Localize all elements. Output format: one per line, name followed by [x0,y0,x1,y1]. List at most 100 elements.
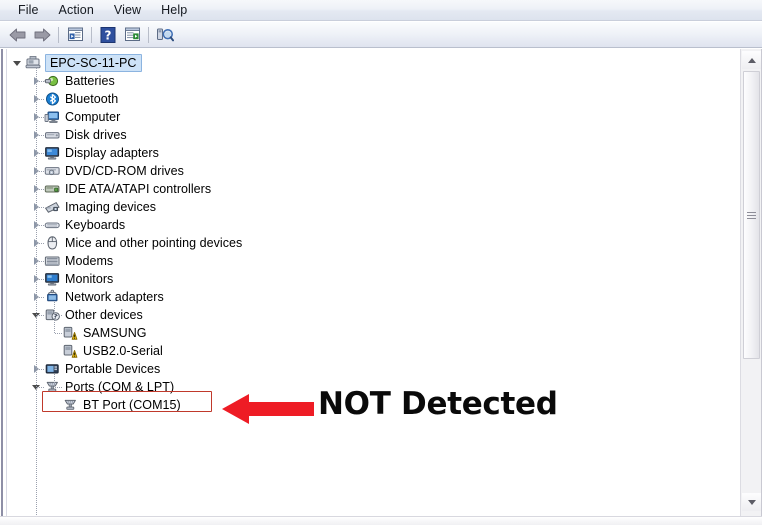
scroll-down-arrow-icon [747,499,756,505]
menu-bar: File Action View Help [0,0,762,21]
toolbar-separator-3 [148,26,149,43]
scan-hardware-changes-icon [157,28,174,41]
scan-hardware-changes-button[interactable] [153,24,177,46]
back-button[interactable] [6,24,30,46]
tree-label: Display adapters [65,146,159,160]
not-detected-caption: NOT Detected [318,386,558,422]
tree-row[interactable]: Keyboards [0,216,125,234]
tree-label: Computer [65,110,121,124]
ide-controller-icon [44,181,61,197]
expand-twisty [48,342,60,360]
imaging-icon [44,199,61,215]
scroll-down-button[interactable] [742,493,761,511]
tree-row[interactable]: Modems [0,252,113,270]
back-arrow-icon [9,28,26,41]
tree-subtrunk-line [54,374,55,388]
tree-label: Keyboards [65,218,126,232]
tree-stub-line [37,153,44,154]
device-manager-window: File Action View Help ? EPC-SC-11-PC Bat… [0,0,762,525]
tree-row[interactable]: DVD/CD-ROM drives [0,162,184,180]
menu-view[interactable]: View [104,1,151,19]
tree-row[interactable]: SAMSUNG [0,324,147,342]
forward-button[interactable] [30,24,54,46]
battery-icon [44,73,61,89]
tree-row[interactable]: Monitors [0,270,113,288]
disk-drive-icon [44,127,61,143]
menu-file[interactable]: File [8,1,49,19]
toolbar: ? [0,22,762,48]
tree-stub-line [37,315,44,316]
scroll-up-button[interactable] [742,51,761,69]
tree-stub-line [37,135,44,136]
show-hidden-devices-button[interactable] [120,24,144,46]
help-button[interactable]: ? [96,24,120,46]
tree-stub-line [37,297,44,298]
tree-stub-line [55,387,62,388]
tree-stub-line [37,117,44,118]
usb-serial-highlight-box [42,391,212,412]
red-left-arrow-icon [222,394,314,424]
network-adapter-icon [44,289,61,305]
dvd-drive-icon [44,163,61,179]
scroll-thumb-grip [747,211,756,219]
properties-icon [67,27,83,41]
tree-stub-line [37,171,44,172]
tree-row[interactable]: IDE ATA/ATAPI controllers [0,180,211,198]
tree-label: Other devices [65,308,143,322]
keyboard-icon [44,217,61,233]
tree-row[interactable]: Imaging devices [0,198,156,216]
tree-row[interactable]: Network adapters [0,288,164,306]
tree-label: Bluetooth [65,92,119,106]
tree-stub-line [55,333,62,334]
warning-device-icon [62,325,79,341]
tree-row[interactable]: Portable Devices [0,360,160,378]
tree-label: SAMSUNG [83,326,147,340]
portable-device-icon [44,361,61,377]
tree-label: Monitors [65,272,114,286]
tree-stub-line [37,189,44,190]
warning-device-icon [62,343,79,359]
toolbar-separator-2 [91,26,92,43]
bluetooth-icon [44,91,61,107]
display-icon [44,145,61,161]
tree-label: IDE ATA/ATAPI controllers [65,182,212,196]
tree-row[interactable]: Display adapters [0,144,159,162]
tree-stub-line [37,261,44,262]
tree-stub-line [55,315,62,316]
tree-label: DVD/CD-ROM drives [65,164,184,178]
tree-row[interactable]: USB2.0-Serial [0,342,163,360]
menu-help[interactable]: Help [151,1,197,19]
tree-subtrunk-line [54,302,55,334]
svg-text:?: ? [105,28,112,42]
tree-label: Portable Devices [65,362,161,376]
menu-action[interactable]: Action [49,1,104,19]
tree-label: USB2.0-Serial [83,344,163,358]
chevron-down-icon [13,60,21,66]
properties-button[interactable] [63,24,87,46]
tree-row-root[interactable]: EPC-SC-11-PC [0,54,142,72]
tree-row[interactable]: Disk drives [0,126,127,144]
expand-twisty-root[interactable] [11,54,23,72]
tree-label: Modems [65,254,114,268]
tree-row[interactable]: Bluetooth [0,90,118,108]
tree-stub-line [37,279,44,280]
help-icon: ? [100,26,116,43]
tree-label: Batteries [65,74,115,88]
tree-row[interactable]: Computer [0,108,120,126]
monitor-icon [44,271,61,287]
tree-content-area: EPC-SC-11-PC Batteries Bluetooth Compute… [0,49,762,525]
vertical-scrollbar[interactable] [740,49,762,525]
computer-icon [25,55,42,71]
show-hidden-devices-icon [124,27,140,41]
tree-row[interactable]: ? Other devices [0,306,143,324]
window-bottom-edge [0,516,762,525]
forward-arrow-icon [34,28,51,41]
device-tree[interactable]: EPC-SC-11-PC Batteries Bluetooth Compute… [0,49,735,525]
tree-stub-line [37,369,44,370]
tree-label: Imaging devices [65,200,157,214]
tree-label-root: EPC-SC-11-PC [45,54,142,72]
scrollbar-thumb[interactable] [743,71,760,359]
tree-label: Network adapters [65,290,164,304]
tree-row[interactable]: Batteries [0,72,115,90]
modem-icon [44,253,61,269]
